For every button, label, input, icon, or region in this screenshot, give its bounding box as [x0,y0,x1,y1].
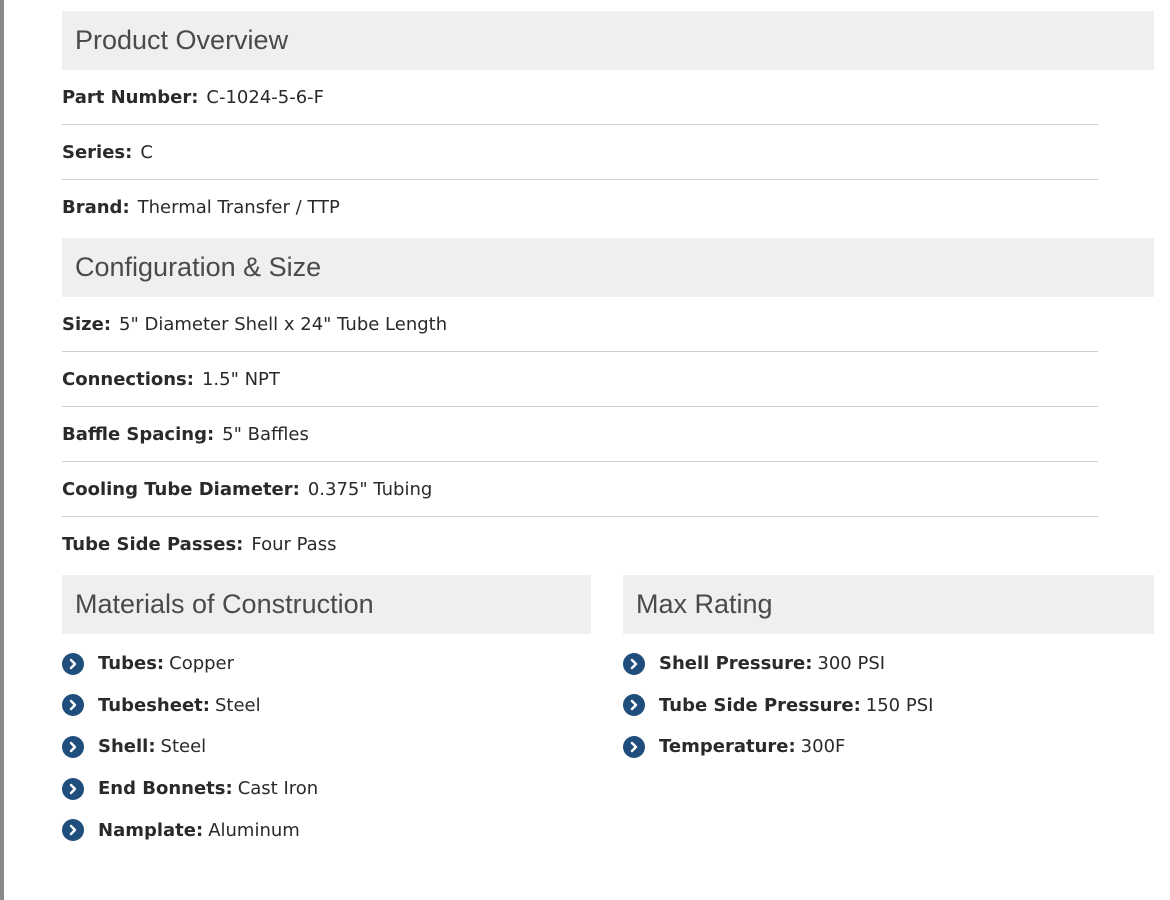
spec-label: Series: [62,141,133,163]
section-header-max-rating: Max Rating [623,575,1154,634]
bullet-value: Steel [214,694,261,716]
spec-value: 5" Baffles [222,423,309,445]
section-header-materials: Materials of Construction [62,575,591,634]
spec-row-brand: Brand: Thermal Transfer / TTP [62,180,1098,235]
spec-label: Tube Side Passes: [62,534,244,555]
overview-list: Part Number: C-1024-5-6-F Series: C Bran… [62,70,1098,235]
spec-label: Size: [62,313,112,335]
bullet-value: Aluminum [208,819,300,841]
section-header-configuration-size: Configuration & Size [62,238,1154,297]
max-rating-list: Shell Pressure: 300 PSI Tube Side Pressu… [623,643,1154,768]
bullet-label: Shell Pressure: [659,653,813,675]
bullet-label: Shell: [98,736,156,758]
spec-row-connections: Connections: 1.5" NPT [62,352,1098,407]
spec-value: C [140,141,153,163]
chevron-right-circle-icon [62,819,84,842]
section-header-product-overview: Product Overview [62,11,1154,70]
bullet-value: 300F [800,736,846,758]
chevron-right-circle-icon [62,777,84,800]
spec-value: 0.375" Tubing [307,478,433,500]
bullet-label: Tubes: [98,653,165,675]
two-column-section: Materials of Construction Tubes: Copper … [62,575,1154,851]
spec-label: Connections: [62,368,194,390]
spec-row-cooling-tube-diameter: Cooling Tube Diameter: 0.375" Tubing [62,462,1098,517]
spec-label: Brand: [62,197,130,218]
spec-label: Baffle Spacing: [62,423,215,445]
list-item: Temperature: 300F [623,726,1154,768]
materials-list: Tubes: Copper Tubesheet: Steel Shell: St… [62,643,591,851]
spec-value: 5" Diameter Shell x 24" Tube Length [119,313,448,335]
chevron-right-circle-icon [62,735,84,758]
page-left-border [0,0,4,900]
spec-row-series: Series: C [62,125,1098,180]
materials-column: Materials of Construction Tubes: Copper … [62,575,591,851]
bullet-value: 300 PSI [817,653,886,675]
spec-value: Four Pass [251,534,337,555]
chevron-right-circle-icon [62,694,84,717]
spec-value: 1.5" NPT [201,368,280,390]
bullet-value: Steel [160,736,207,758]
bullet-label: Namplate: [98,819,204,841]
configuration-list: Size: 5" Diameter Shell x 24" Tube Lengt… [62,297,1098,572]
bullet-label: Temperature: [659,736,796,758]
spec-label: Cooling Tube Diameter: [62,478,300,500]
list-item: End Bonnets: Cast Iron [62,768,591,810]
bullet-label: Tube Side Pressure: [659,694,861,716]
spec-value: C-1024-5-6-F [206,86,325,108]
spec-label: Part Number: [62,86,199,108]
list-item: Namplate: Aluminum [62,809,591,851]
spec-value: Thermal Transfer / TTP [137,197,340,218]
spec-row-tube-side-passes: Tube Side Passes: Four Pass [62,517,1098,572]
list-item: Tubesheet: Steel [62,685,591,727]
spec-row-part-number: Part Number: C-1024-5-6-F [62,70,1098,125]
bullet-value: Copper [169,653,235,675]
max-rating-column: Max Rating Shell Pressure: 300 PSI Tube … [623,575,1154,851]
product-specs: Product Overview Part Number: C-1024-5-6… [62,11,1154,851]
chevron-right-circle-icon [62,652,84,675]
chevron-right-circle-icon [623,735,645,758]
chevron-right-circle-icon [623,652,645,675]
list-item: Shell: Steel [62,726,591,768]
bullet-value: Cast Iron [237,778,319,800]
list-item: Tubes: Copper [62,643,591,685]
spec-row-size: Size: 5" Diameter Shell x 24" Tube Lengt… [62,297,1098,352]
spec-row-baffle-spacing: Baffle Spacing: 5" Baffles [62,407,1098,462]
bullet-value: 150 PSI [865,694,934,716]
list-item: Shell Pressure: 300 PSI [623,643,1154,685]
list-item: Tube Side Pressure: 150 PSI [623,685,1154,727]
chevron-right-circle-icon [623,694,645,717]
bullet-label: End Bonnets: [98,778,233,800]
bullet-label: Tubesheet: [98,694,210,716]
